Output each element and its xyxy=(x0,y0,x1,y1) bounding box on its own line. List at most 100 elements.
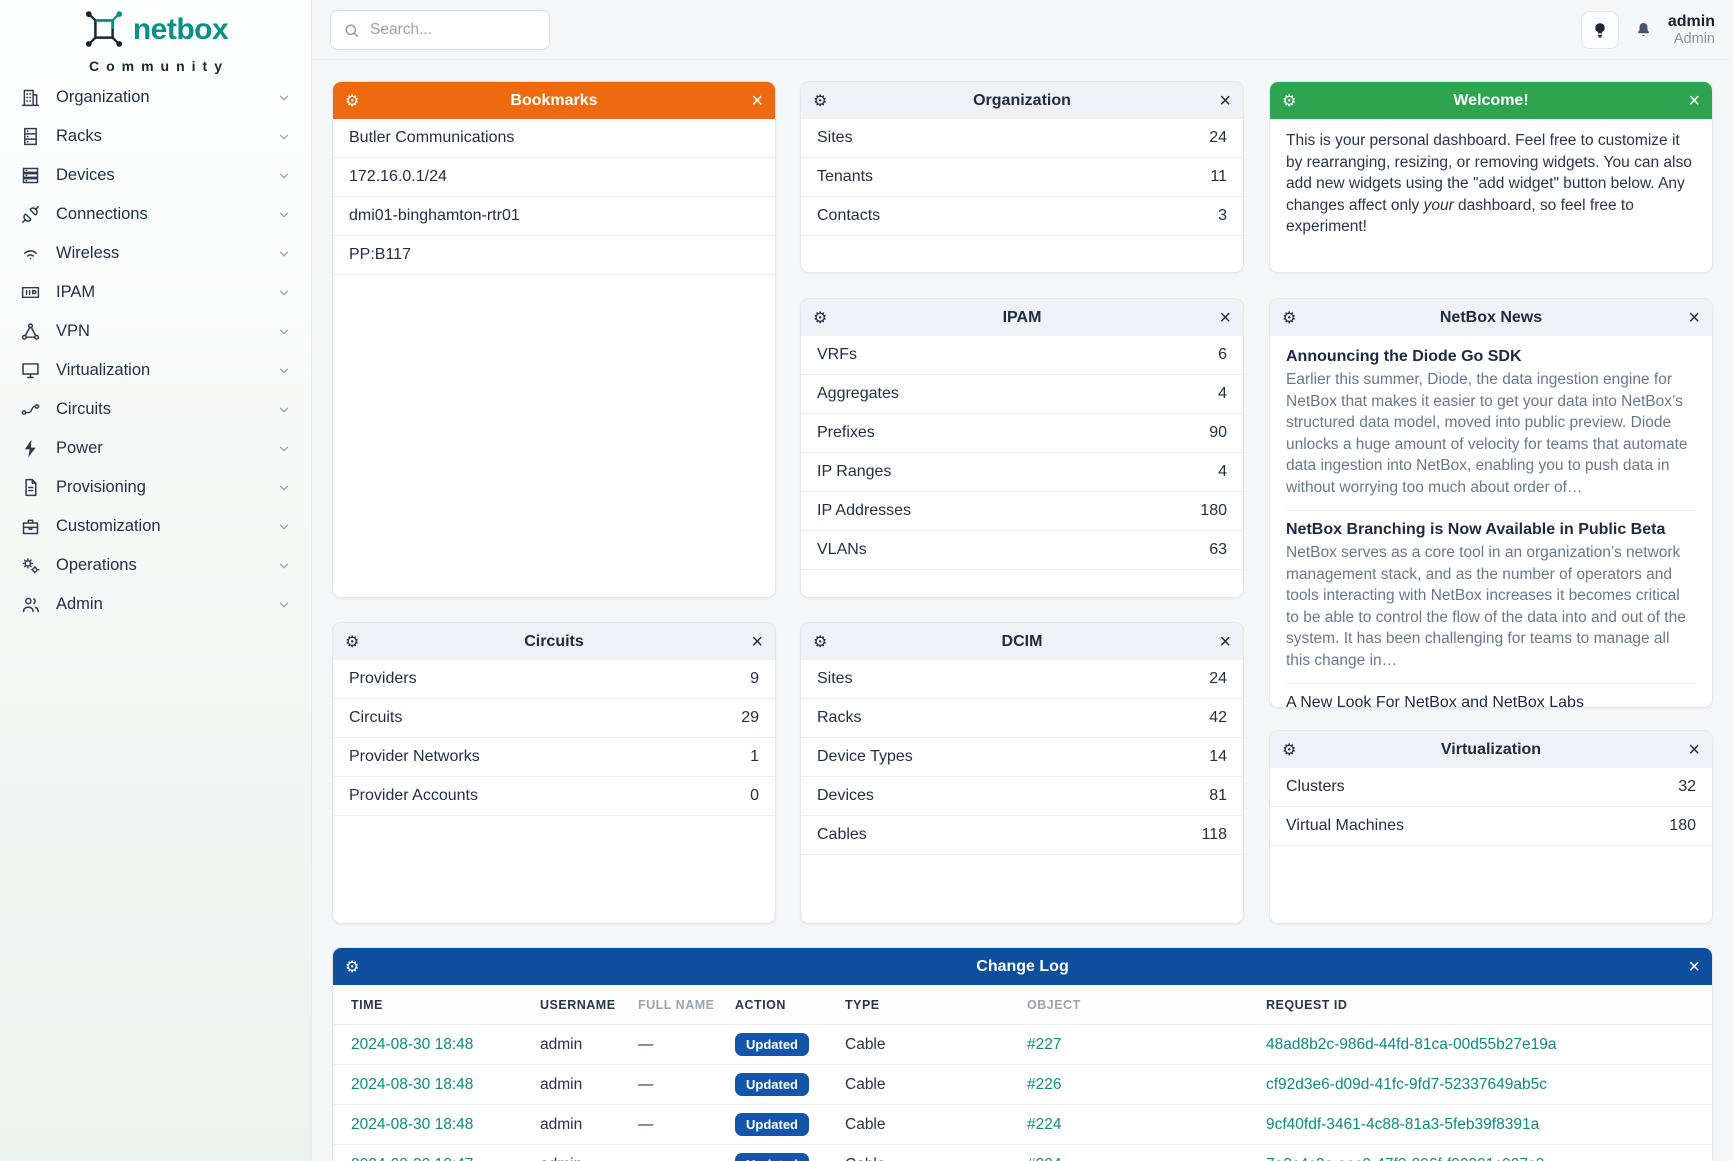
building-icon xyxy=(19,87,41,109)
logo[interactable]: netbox Community xyxy=(0,10,311,74)
column-header-full-name[interactable]: Full Name xyxy=(638,998,735,1012)
gear-icon[interactable]: ⚙ xyxy=(813,91,831,111)
user-menu[interactable]: admin Admin xyxy=(1668,12,1715,49)
change-time-link[interactable]: 2024-08-30 18:48 xyxy=(351,1116,540,1134)
action-badge: Updated xyxy=(735,1073,809,1096)
sidebar-item-devices[interactable]: Devices xyxy=(0,156,311,195)
notifications-bell-icon[interactable] xyxy=(1634,20,1653,40)
search-input[interactable] xyxy=(370,21,537,39)
column-header-type[interactable]: Type xyxy=(845,998,1027,1012)
widget-title: Welcome! xyxy=(1308,92,1674,110)
welcome-widget-header: ⚙ Welcome! × xyxy=(1270,82,1712,119)
sidebar-item-admin[interactable]: Admin xyxy=(0,585,311,624)
close-icon[interactable]: × xyxy=(1682,308,1700,328)
news-item: A New Look For NetBox and NetBox Labs xyxy=(1286,683,1696,708)
sidebar-item-virtualization[interactable]: Virtualization xyxy=(0,351,311,390)
change-object-link[interactable]: #226 xyxy=(1027,1076,1266,1094)
change-username: admin xyxy=(540,1116,638,1134)
bookmark-item[interactable]: PP:B117 xyxy=(333,236,775,275)
change-request-id-link[interactable]: 48ad8b2c-986d-44fd-81ca-00d55b27e19a xyxy=(1266,1036,1712,1054)
close-icon[interactable]: × xyxy=(1682,957,1700,977)
change-username: admin xyxy=(540,1076,638,1094)
change-time-link[interactable]: 2024-08-30 18:47 xyxy=(351,1156,540,1161)
gear-icon[interactable]: ⚙ xyxy=(1282,308,1300,328)
sidebar-item-customization[interactable]: Customization xyxy=(0,507,311,546)
stat-row[interactable]: Clusters32 xyxy=(1270,768,1712,807)
sidebar-item-ipam[interactable]: IPAM xyxy=(0,273,311,312)
chevron-down-icon xyxy=(277,559,291,573)
bolt-icon xyxy=(19,438,41,460)
change-time-link[interactable]: 2024-08-30 18:48 xyxy=(351,1076,540,1094)
stat-row[interactable]: Circuits29 xyxy=(333,699,775,738)
change-request-id-link[interactable]: 7a3c4c3c-aec9-47f3-896f-f90391c907c3 xyxy=(1266,1156,1712,1161)
change-object-link[interactable]: #224 xyxy=(1027,1116,1266,1134)
stat-row[interactable]: Contacts3 xyxy=(801,197,1243,236)
sidebar-item-connections[interactable]: Connections xyxy=(0,195,311,234)
close-icon[interactable]: × xyxy=(745,91,763,111)
change-object-link[interactable]: #224 xyxy=(1027,1156,1266,1161)
close-icon[interactable]: × xyxy=(1682,740,1700,760)
stat-row[interactable]: Tenants11 xyxy=(801,158,1243,197)
sidebar-item-operations[interactable]: Operations xyxy=(0,546,311,585)
gear-icon[interactable]: ⚙ xyxy=(1282,740,1300,760)
stat-row[interactable]: Cables118 xyxy=(801,816,1243,855)
stat-row[interactable]: Prefixes90 xyxy=(801,414,1243,453)
column-header-action[interactable]: Action xyxy=(735,998,845,1012)
stat-row[interactable]: Sites24 xyxy=(801,119,1243,158)
sidebar-item-racks[interactable]: Racks xyxy=(0,117,311,156)
stat-row[interactable]: IP Ranges4 xyxy=(801,453,1243,492)
change-time-link[interactable]: 2024-08-30 18:48 xyxy=(351,1036,540,1054)
column-header-time[interactable]: Time xyxy=(351,998,540,1012)
stat-row[interactable]: Aggregates4 xyxy=(801,375,1243,414)
gear-icon[interactable]: ⚙ xyxy=(345,632,363,652)
change-request-id-link[interactable]: cf92d3e6-d09d-41fc-9fd7-52337649ab5c xyxy=(1266,1076,1712,1094)
server-stack-icon xyxy=(19,165,41,187)
chevron-down-icon xyxy=(277,208,291,222)
stat-row[interactable]: Providers9 xyxy=(333,660,775,699)
column-header-username[interactable]: Username xyxy=(540,998,638,1012)
stat-row[interactable]: Devices81 xyxy=(801,777,1243,816)
change-request-id-link[interactable]: 9cf40fdf-3461-4c88-81a3-5feb39f8391a xyxy=(1266,1116,1712,1134)
stat-row[interactable]: Provider Accounts0 xyxy=(333,777,775,816)
stat-row[interactable]: Racks42 xyxy=(801,699,1243,738)
stat-row[interactable]: Sites24 xyxy=(801,660,1243,699)
sidebar-item-power[interactable]: Power xyxy=(0,429,311,468)
stat-row[interactable]: VRFs6 xyxy=(801,336,1243,375)
gear-icon[interactable]: ⚙ xyxy=(813,632,831,652)
news-item-title[interactable]: Announcing the Diode Go SDK xyxy=(1286,348,1696,366)
close-icon[interactable]: × xyxy=(745,632,763,652)
sidebar-item-wireless[interactable]: Wireless xyxy=(0,234,311,273)
change-full-name: — xyxy=(638,1036,735,1054)
stat-row[interactable]: Provider Networks1 xyxy=(333,738,775,777)
sidebar-item-organization[interactable]: Organization xyxy=(0,78,311,117)
stat-row[interactable]: Virtual Machines180 xyxy=(1270,807,1712,846)
bookmark-item[interactable]: 172.16.0.1/24 xyxy=(333,158,775,197)
change-action: Updated xyxy=(735,1073,845,1096)
column-header-object[interactable]: Object xyxy=(1027,998,1266,1012)
news-item-title[interactable]: NetBox Branching is Now Available in Pub… xyxy=(1286,521,1696,539)
sidebar-item-circuits[interactable]: Circuits xyxy=(0,390,311,429)
bookmarks-widget: ⚙ Bookmarks × Butler Communications 172.… xyxy=(332,81,776,598)
gear-icon[interactable]: ⚙ xyxy=(345,91,363,111)
close-icon[interactable]: × xyxy=(1213,91,1231,111)
gear-icon[interactable]: ⚙ xyxy=(1282,91,1300,111)
change-object-link[interactable]: #227 xyxy=(1027,1036,1266,1054)
gear-icon[interactable]: ⚙ xyxy=(813,308,831,328)
column-header-request-id[interactable]: Request ID xyxy=(1266,998,1712,1012)
organization-widget: ⚙ Organization × Sites24 Tenants11 Conta… xyxy=(800,81,1244,273)
stat-row[interactable]: Device Types14 xyxy=(801,738,1243,777)
close-icon[interactable]: × xyxy=(1213,308,1231,328)
close-icon[interactable]: × xyxy=(1682,91,1700,111)
bookmark-item[interactable]: Butler Communications xyxy=(333,119,775,158)
bookmark-item[interactable]: dmi01-binghamton-rtr01 xyxy=(333,197,775,236)
sidebar-item-vpn[interactable]: VPN xyxy=(0,312,311,351)
sidebar-item-provisioning[interactable]: Provisioning xyxy=(0,468,311,507)
close-icon[interactable]: × xyxy=(1213,632,1231,652)
theme-toggle-button[interactable] xyxy=(1581,11,1619,49)
gear-icon[interactable]: ⚙ xyxy=(345,957,363,977)
user-role: Admin xyxy=(1668,31,1715,48)
search-box[interactable] xyxy=(330,10,550,50)
stat-row[interactable]: VLANs63 xyxy=(801,531,1243,570)
stat-row[interactable]: IP Addresses180 xyxy=(801,492,1243,531)
news-item-title[interactable]: A New Look For NetBox and NetBox Labs xyxy=(1286,694,1696,708)
